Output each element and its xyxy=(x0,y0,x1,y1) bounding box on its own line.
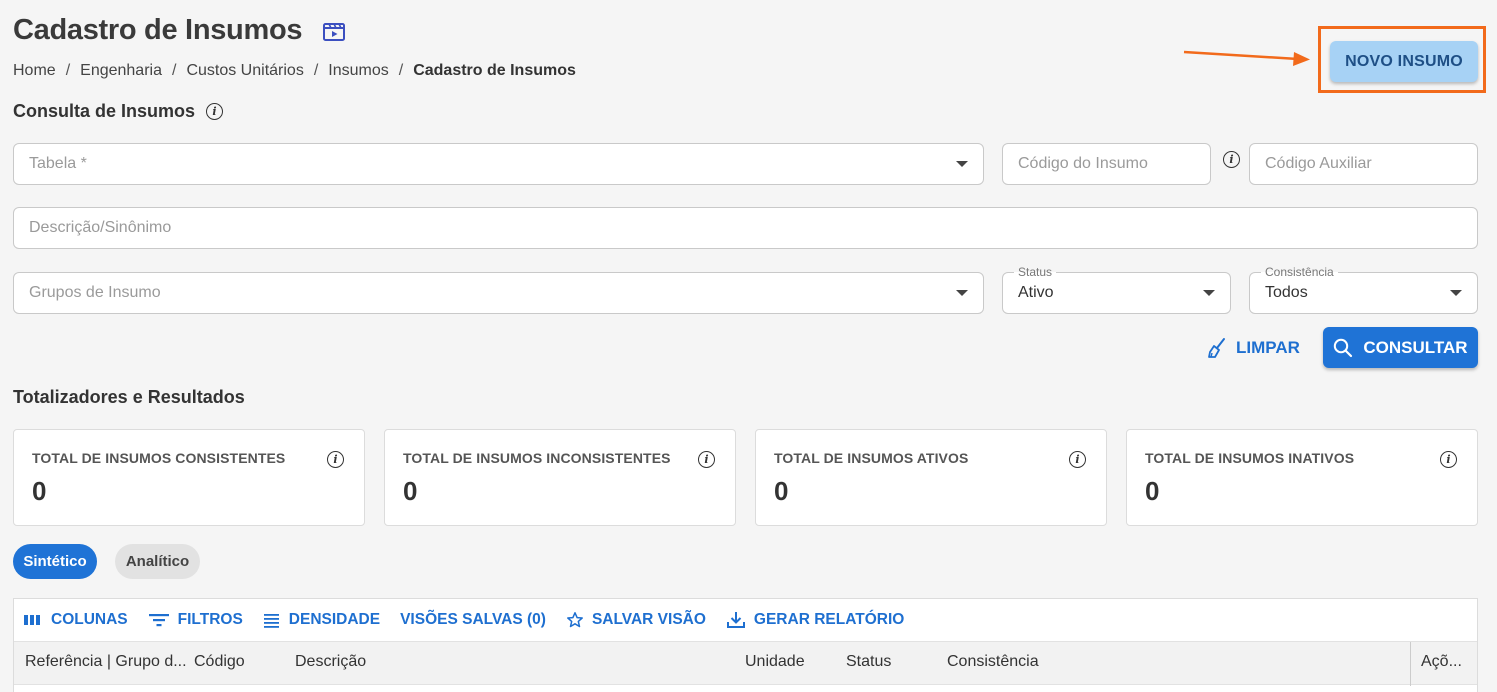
status-label: Status xyxy=(1014,265,1057,279)
breadcrumb-insumos[interactable]: Insumos xyxy=(328,62,388,80)
new-insumo-button[interactable]: NOVO INSUMO xyxy=(1330,41,1478,82)
consistencia-value: Todos xyxy=(1265,284,1308,301)
codigo-insumo-input[interactable]: Código do Insumo xyxy=(1002,143,1211,185)
annotation-arrow-icon xyxy=(1183,50,1310,66)
filter-icon xyxy=(148,614,169,627)
grupos-insumo-select[interactable]: Grupos de Insumo xyxy=(13,272,984,314)
column-header-consistencia[interactable]: Consistência xyxy=(947,653,1039,671)
status-value: Ativo xyxy=(1018,284,1054,301)
total-ativos-card: TOTAL DE INSUMOS ATIVOS 0 i xyxy=(755,429,1107,526)
generate-report-button[interactable]: GERAR RELATÓRIO xyxy=(726,610,904,630)
breadcrumb-separator: / xyxy=(313,62,319,79)
caret-down-icon xyxy=(1203,290,1215,296)
info-icon[interactable]: i xyxy=(1440,451,1457,468)
card-value: 0 xyxy=(774,476,789,506)
descricao-placeholder: Descrição/Sinônimo xyxy=(29,219,172,236)
codigo-insumo-placeholder: Código do Insumo xyxy=(1018,155,1148,172)
status-select[interactable]: Status Ativo xyxy=(1002,265,1231,314)
columns-icon xyxy=(24,615,40,625)
columns-label: COLUNAS xyxy=(51,611,128,628)
card-label: TOTAL DE INSUMOS CONSISTENTES xyxy=(32,450,286,466)
codigo-auxiliar-placeholder: Código Auxiliar xyxy=(1265,155,1372,172)
density-button[interactable]: DENSIDADE xyxy=(263,611,380,629)
card-value: 0 xyxy=(1145,476,1160,506)
info-icon[interactable]: i xyxy=(1223,151,1240,168)
codigo-auxiliar-input[interactable]: Código Auxiliar xyxy=(1249,143,1478,185)
info-icon[interactable]: i xyxy=(698,451,715,468)
search-icon xyxy=(1334,338,1353,357)
info-icon[interactable]: i xyxy=(1069,451,1086,468)
column-header-descricao[interactable]: Descrição xyxy=(295,653,366,671)
clear-button[interactable]: LIMPAR xyxy=(1206,333,1300,363)
total-consistentes-card: TOTAL DE INSUMOS CONSISTENTES 0 i xyxy=(13,429,365,526)
breadcrumb-separator: / xyxy=(398,62,404,79)
card-value: 0 xyxy=(403,476,418,506)
density-label: DENSIDADE xyxy=(288,611,381,628)
caret-down-icon xyxy=(956,290,968,296)
breadcrumb: Home / Engenharia / Custos Unitários / I… xyxy=(13,62,576,80)
consistencia-label: Consistência xyxy=(1261,265,1338,279)
star-icon xyxy=(566,612,583,628)
card-value: 0 xyxy=(32,476,47,506)
breadcrumb-engenharia[interactable]: Engenharia xyxy=(80,62,162,80)
grupos-insumo-placeholder: Grupos de Insumo xyxy=(29,284,161,301)
saved-views-button[interactable]: VISÕES SALVAS (0) xyxy=(400,611,546,629)
column-header-status[interactable]: Status xyxy=(846,653,891,671)
grid-header-row: Referência | Grupo d... Código Descrição… xyxy=(14,641,1477,686)
tab-analitico[interactable]: Analítico xyxy=(115,544,200,579)
descricao-input[interactable]: Descrição/Sinônimo xyxy=(13,207,1478,249)
breadcrumb-home[interactable]: Home xyxy=(13,62,56,80)
search-section-title: Consulta de Insumos xyxy=(13,101,196,121)
column-header-acoes[interactable]: Açõ... xyxy=(1421,653,1462,671)
breadcrumb-current: Cadastro de Insumos xyxy=(413,62,576,79)
consistencia-select[interactable]: Consistência Todos xyxy=(1249,265,1478,314)
card-label: TOTAL DE INSUMOS INATIVOS xyxy=(1145,450,1355,466)
save-view-label: SALVAR VISÃO xyxy=(591,611,706,628)
save-view-button[interactable]: SALVAR VISÃO xyxy=(566,611,706,629)
column-header-unidade[interactable]: Unidade xyxy=(745,653,805,671)
results-grid: COLUNAS FILTROS DENSIDADE VISÕES SALVAS … xyxy=(13,598,1478,692)
video-icon[interactable] xyxy=(323,21,345,41)
clear-button-label: LIMPAR xyxy=(1236,338,1300,357)
column-header-referencia[interactable]: Referência | Grupo d... xyxy=(25,653,187,671)
breadcrumb-separator: / xyxy=(171,62,177,79)
info-icon[interactable]: i xyxy=(327,451,344,468)
broom-icon xyxy=(1208,338,1225,358)
totals-section-title: Totalizadores e Resultados xyxy=(13,387,245,407)
tabela-placeholder: Tabela * xyxy=(29,155,87,172)
caret-down-icon xyxy=(956,161,968,167)
columns-button[interactable]: COLUNAS xyxy=(23,611,128,629)
tabela-select[interactable]: Tabela * xyxy=(13,143,984,185)
tab-sintetico[interactable]: Sintético xyxy=(13,544,97,579)
column-separator[interactable] xyxy=(1410,642,1411,686)
breadcrumb-separator: / xyxy=(65,62,71,79)
search-button-label: CONSULTAR xyxy=(1363,337,1468,357)
page-title: Cadastro de Insumos xyxy=(13,14,303,46)
filters-button[interactable]: FILTROS xyxy=(148,611,243,629)
saved-views-label: VISÕES SALVAS (0) xyxy=(400,611,546,628)
column-header-codigo[interactable]: Código xyxy=(194,653,245,671)
generate-report-label: GERAR RELATÓRIO xyxy=(753,611,905,628)
info-icon[interactable]: i xyxy=(206,103,223,120)
density-icon xyxy=(263,614,279,628)
card-label: TOTAL DE INSUMOS INCONSISTENTES xyxy=(403,450,671,466)
grid-toolbar: COLUNAS FILTROS DENSIDADE VISÕES SALVAS … xyxy=(14,599,1477,641)
search-button[interactable]: CONSULTAR xyxy=(1323,327,1478,368)
caret-down-icon xyxy=(1450,290,1462,296)
card-label: TOTAL DE INSUMOS ATIVOS xyxy=(774,450,969,466)
total-inativos-card: TOTAL DE INSUMOS INATIVOS 0 i xyxy=(1126,429,1478,526)
filters-label: FILTROS xyxy=(177,611,243,628)
download-icon xyxy=(726,612,745,628)
breadcrumb-custos-unitarios[interactable]: Custos Unitários xyxy=(186,62,303,80)
total-inconsistentes-card: TOTAL DE INSUMOS INCONSISTENTES 0 i xyxy=(384,429,736,526)
